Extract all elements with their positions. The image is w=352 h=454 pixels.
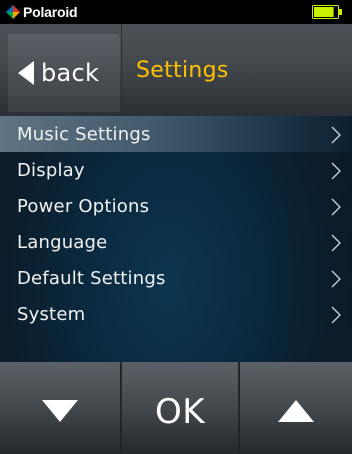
chevron-right-icon [331,198,341,216]
menu-item-music-settings[interactable]: Music Settings [0,116,352,152]
menu-item-label: Power Options [17,195,150,217]
scroll-up-button[interactable] [240,362,352,454]
device-screen: Polaroid back Settings Music Settings Di… [0,0,352,454]
brand: Polaroid [6,3,78,21]
ok-label: OK [154,392,206,432]
header-divider [121,24,122,116]
menu-item-label: Music Settings [17,123,151,145]
menu-item-power-options[interactable]: Power Options [0,188,352,224]
brand-name: Polaroid [23,4,78,20]
status-bar: Polaroid [0,0,352,24]
menu-item-system[interactable]: System [0,296,352,332]
menu-item-default-settings[interactable]: Default Settings [0,260,352,296]
chevron-right-icon [331,162,341,180]
chevron-right-icon [331,270,341,288]
scroll-down-button[interactable] [0,362,120,454]
chevron-right-icon [331,126,341,144]
chevron-right-icon [331,234,341,252]
back-label: back [41,59,100,87]
battery-icon [312,5,342,19]
menu-item-label: Language [17,231,108,253]
settings-menu: Music Settings Display Power Options Lan… [0,116,352,332]
page-title: Settings [136,58,229,83]
bottom-button-bar: OK [0,362,352,454]
back-button[interactable]: back [8,34,120,112]
ok-button[interactable]: OK [122,362,238,454]
menu-item-label: Display [17,159,85,181]
chevron-right-icon [331,306,341,324]
menu-item-label: Default Settings [17,267,166,289]
menu-item-language[interactable]: Language [0,224,352,260]
menu-item-display[interactable]: Display [0,152,352,188]
back-arrow-icon [18,61,34,85]
polaroid-logo-icon [6,5,20,19]
down-triangle-icon [42,400,78,422]
up-triangle-icon [278,400,314,422]
menu-item-label: System [17,303,86,325]
